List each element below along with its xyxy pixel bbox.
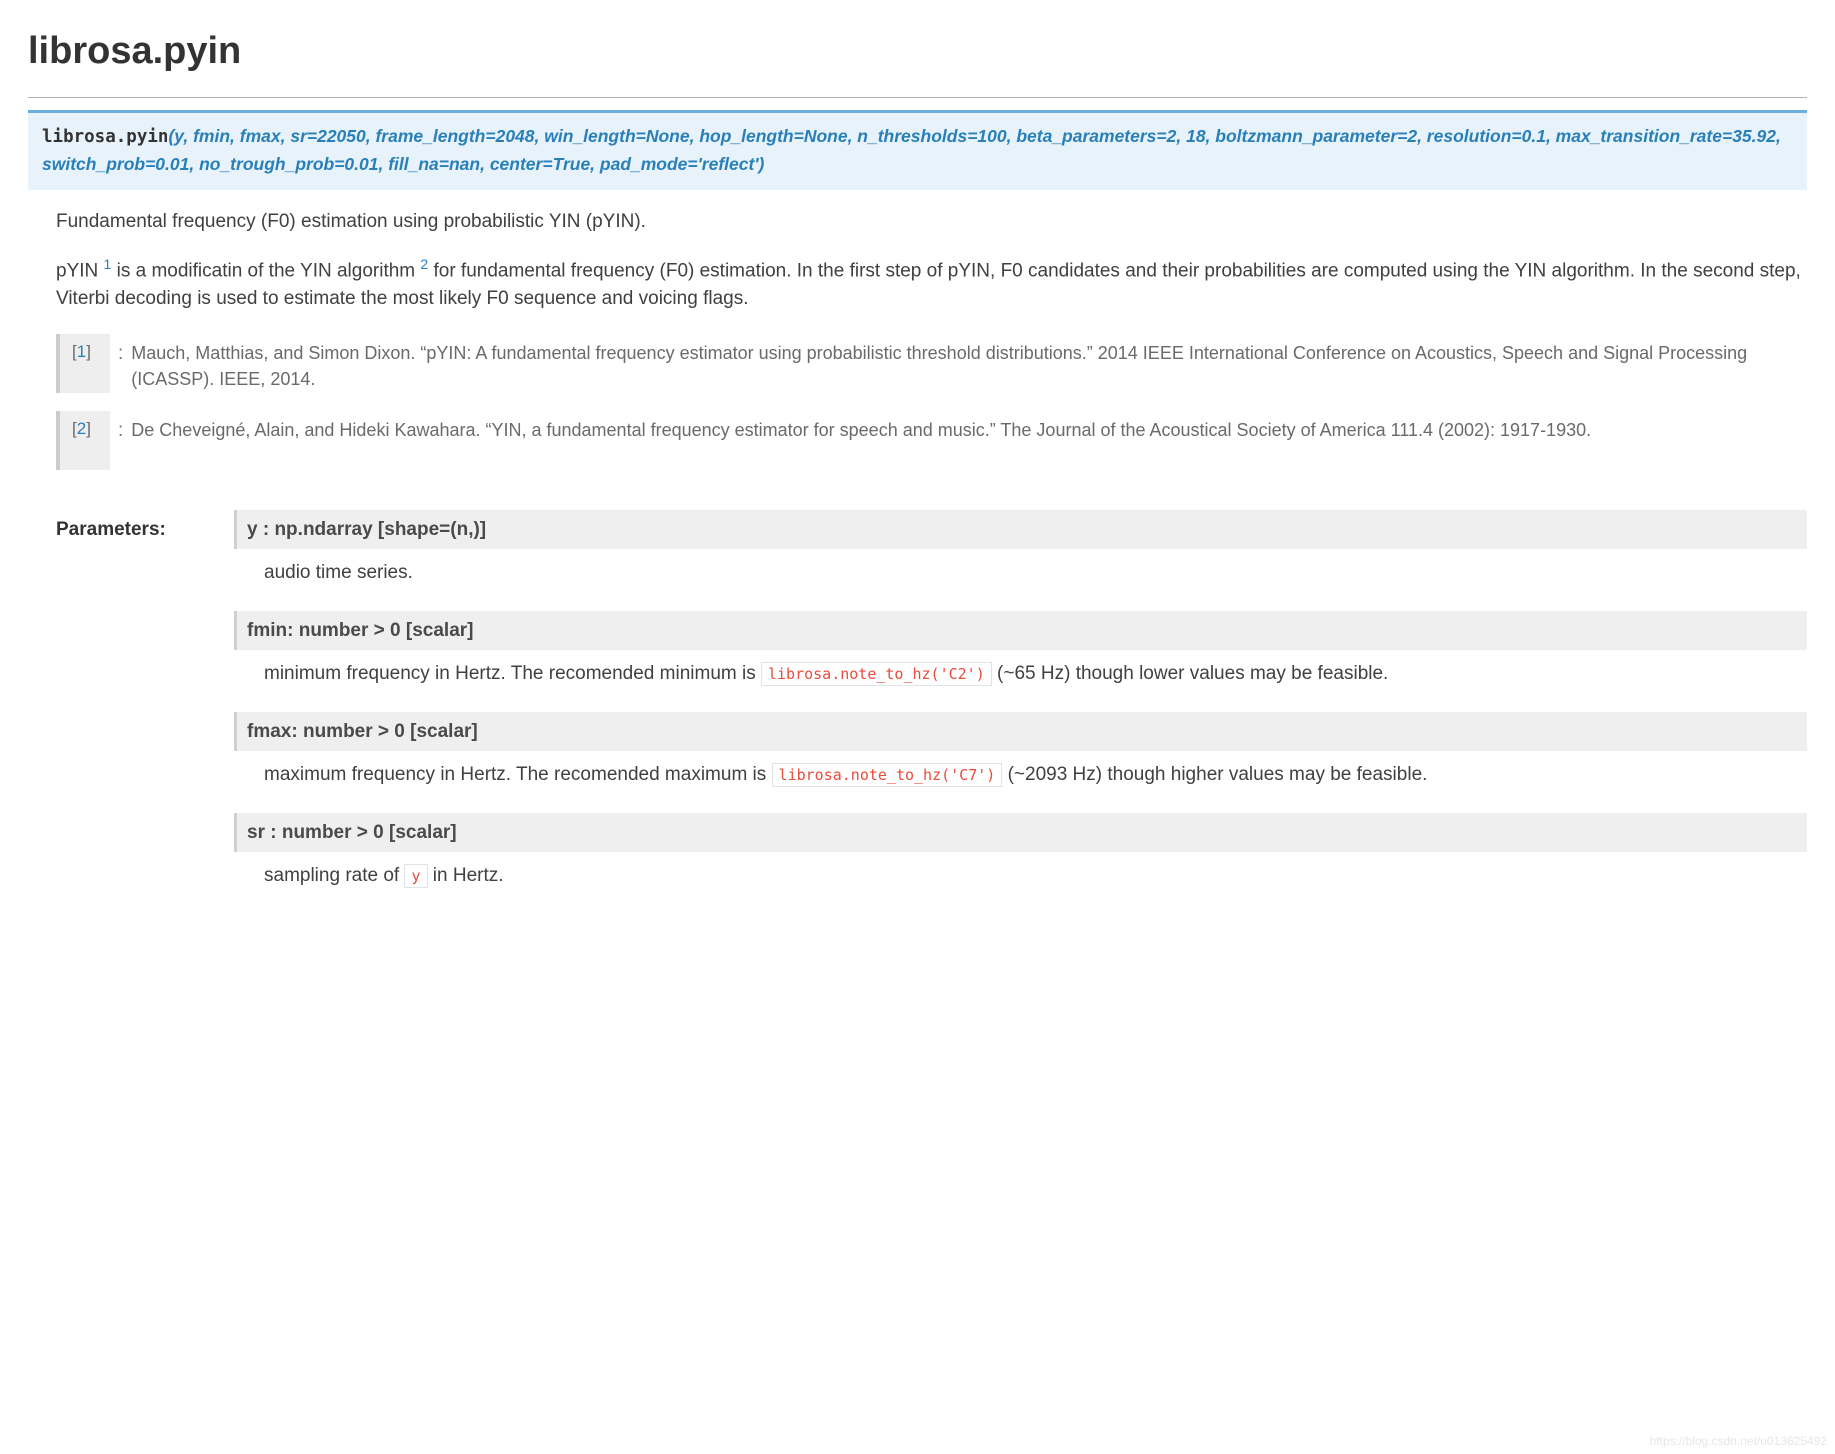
inline-code: librosa.note_to_hz('C7') xyxy=(772,763,1003,787)
watermark: https://blog.csdn.net/u013625492 xyxy=(1650,1433,1827,1450)
param-desc-text: maximum frequency in Hertz. The recomend… xyxy=(264,764,772,785)
param-desc-text: in Hertz. xyxy=(433,865,504,886)
desc-text: is a modificatin of the YIN algorithm xyxy=(111,260,420,281)
title-rule xyxy=(28,97,1807,98)
citation-block: [2] : De Cheveigné, Alain, and Hideki Ka… xyxy=(56,411,1807,470)
param-desc-text: sampling rate of xyxy=(264,865,404,886)
citation-text: Mauch, Matthias, and Simon Dixon. “pYIN:… xyxy=(129,334,1807,392)
citation-separator: : xyxy=(110,334,129,368)
description-paragraph: pYIN 1 is a modificatin of the YIN algor… xyxy=(56,254,1807,312)
citation-block: [1] : Mauch, Matthias, and Simon Dixon. … xyxy=(56,334,1807,393)
param-head: fmin: number > 0 [scalar] xyxy=(234,611,1807,651)
param-desc: minimum frequency in Hertz. The recomend… xyxy=(234,650,1807,698)
signature-close-paren: ) xyxy=(758,154,764,174)
citation-label[interactable]: [2] xyxy=(60,411,110,470)
signature-args: y, fmin, fmax, sr=22050, frame_length=20… xyxy=(42,126,1781,174)
param-fmin: fmin: number > 0 [scalar] minimum freque… xyxy=(234,611,1807,698)
param-sr: sr : number > 0 [scalar] sampling rate o… xyxy=(234,813,1807,900)
function-signature: librosa.pyin(y, fmin, fmax, sr=22050, fr… xyxy=(28,110,1807,190)
parameters-heading: Parameters: xyxy=(56,510,206,914)
citation-bracket: ] xyxy=(86,419,91,438)
citation-separator: : xyxy=(110,411,129,445)
desc-text: pYIN xyxy=(56,260,104,281)
lead-paragraph: Fundamental frequency (F0) estimation us… xyxy=(56,208,1807,236)
inline-code: y xyxy=(404,864,427,888)
citation-number: 2 xyxy=(77,419,86,438)
param-desc-text: (~65 Hz) though lower values may be feas… xyxy=(997,663,1388,684)
param-head: fmax: number > 0 [scalar] xyxy=(234,712,1807,752)
param-desc-text: minimum frequency in Hertz. The recomend… xyxy=(264,663,761,684)
citation-number: 1 xyxy=(77,342,86,361)
citation-label[interactable]: [1] xyxy=(60,334,110,393)
inline-code: librosa.note_to_hz('C2') xyxy=(761,662,992,686)
param-desc: maximum frequency in Hertz. The recomend… xyxy=(234,751,1807,799)
param-desc: sampling rate of y in Hertz. xyxy=(234,852,1807,900)
page-title: librosa.pyin xyxy=(28,24,1807,79)
param-desc-text: (~2093 Hz) though higher values may be f… xyxy=(1008,764,1428,785)
citation-text: De Cheveigné, Alain, and Hideki Kawahara… xyxy=(129,411,1807,443)
param-desc: audio time series. xyxy=(234,549,1807,597)
param-fmax: fmax: number > 0 [scalar] maximum freque… xyxy=(234,712,1807,799)
signature-module: librosa. xyxy=(42,127,126,147)
param-head: sr : number > 0 [scalar] xyxy=(234,813,1807,853)
citation-bracket: ] xyxy=(86,342,91,361)
signature-function-name: pyin xyxy=(126,127,168,147)
param-head: y : np.ndarray [shape=(n,)] xyxy=(234,510,1807,550)
param-y: y : np.ndarray [shape=(n,)] audio time s… xyxy=(234,510,1807,597)
